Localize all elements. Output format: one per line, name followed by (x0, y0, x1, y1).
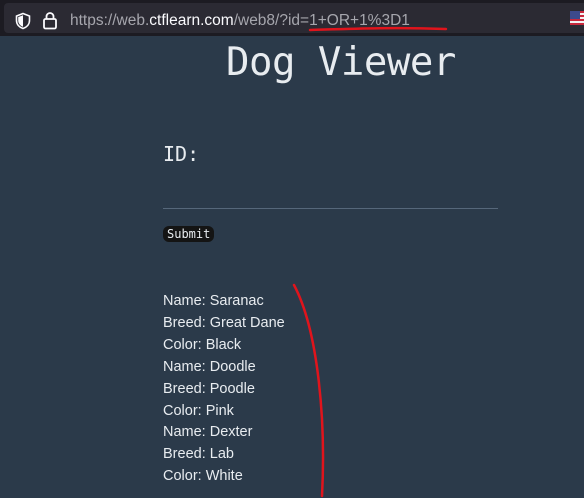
url-prefix: https://web. (70, 12, 150, 29)
id-label: ID: (163, 142, 200, 166)
url-text[interactable]: https://web.ctflearn.com/web8/?id=1+OR+1… (70, 11, 410, 31)
page-title: Dog Viewer (226, 40, 456, 85)
list-item: Name: Saranac (163, 293, 264, 309)
lock-icon[interactable] (42, 11, 58, 30)
address-bar[interactable]: https://web.ctflearn.com/web8/?id=1+OR+1… (4, 3, 584, 33)
url-path: /web8/?id=1+OR+1%3D1 (233, 12, 410, 29)
id-input[interactable] (163, 172, 498, 209)
list-item: Color: Pink (163, 402, 234, 419)
browser-toolbar: https://web.ctflearn.com/web8/?id=1+OR+1… (0, 0, 584, 36)
list-item: Name: Dexter (163, 424, 253, 441)
list-item: Breed: Great Dane (163, 314, 285, 331)
list-item: Breed: Poodle (163, 380, 255, 397)
submit-button[interactable]: Submit (163, 226, 215, 242)
us-flag-icon[interactable] (570, 11, 584, 25)
list-item: Color: Black (163, 336, 242, 353)
results-bracket-mark (292, 283, 325, 498)
list-item: Breed: Lab (163, 446, 234, 463)
url-domain: ctflearn.com (149, 12, 234, 29)
shield-icon[interactable] (14, 12, 32, 30)
list-item: Color: White (163, 468, 243, 485)
list-item: Name: Doodle (163, 358, 256, 375)
results-list: Name: Saranac Breed: Great Dane Color: B… (163, 291, 285, 488)
